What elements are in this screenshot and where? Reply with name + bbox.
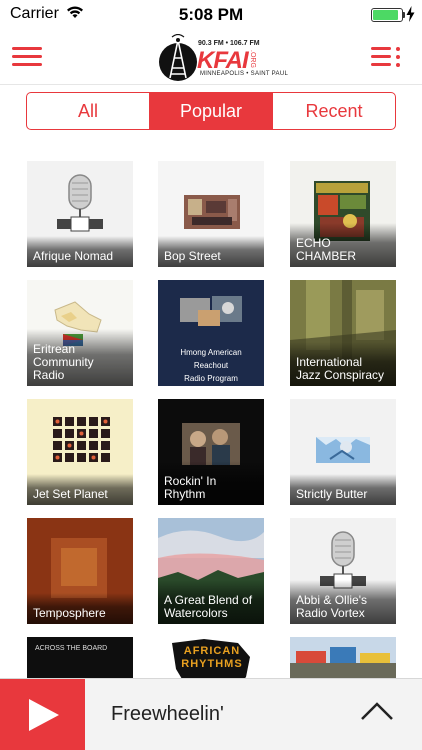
chevron-up-icon[interactable] (360, 701, 394, 721)
across-the-board-artwork-text: ACROSS THE BOARD (35, 645, 108, 652)
show-grid: Afrique Nomad Bop Street ECHO CHAMBER Er… (0, 161, 422, 678)
show-title: Eritrean Community Radio (27, 329, 133, 386)
now-playing-bar: Freewheelin' (0, 678, 422, 750)
show-tile-hmong-american-reachout[interactable]: Hmong American Reachout Radio Program (158, 280, 264, 386)
festival-crowd-artwork (290, 637, 396, 678)
hmong-artwork-text: Hmong American Reachout Radio Program (180, 348, 242, 383)
logo-city: MINNEAPOLIS • SAINT PAUL (200, 71, 289, 77)
tab-recent[interactable]: Recent (272, 93, 395, 129)
tab-all[interactable]: All (27, 93, 149, 129)
show-tile-international-jazz-conspiracy[interactable]: International Jazz Conspiracy (290, 280, 396, 386)
show-title: Abbi & Ollie's Radio Vortex (290, 580, 396, 624)
show-title: Temposphere (27, 593, 133, 624)
show-tile-festival-photo[interactable] (290, 637, 396, 678)
battery-tip (403, 12, 405, 18)
app-header: 90.3 FM • 106.7 FM KFAI .ORG MINNEAPOLIS… (0, 30, 422, 84)
show-tile-jet-set-planet[interactable]: Jet Set Planet (27, 399, 133, 505)
clock: 5:08 PM (178, 5, 244, 24)
kfai-logo: 90.3 FM • 106.7 FM KFAI .ORG MINNEAPOLIS… (158, 32, 288, 84)
show-tile-across-the-board[interactable]: ACROSS THE BOARD (27, 637, 133, 678)
show-tile-afrique-nomad[interactable]: Afrique Nomad (27, 161, 133, 267)
show-title: Rockin' In Rhythm (158, 461, 264, 505)
show-title: International Jazz Conspiracy (290, 342, 396, 386)
logo-tld: .ORG (249, 50, 256, 68)
show-filter-tabs: All Popular Recent (26, 92, 396, 130)
battery-icon (371, 8, 403, 22)
show-title: Afrique Nomad (27, 236, 133, 267)
status-bar: Carrier 5:08 PM (0, 0, 422, 30)
show-tile-african-rhythms[interactable]: AFRICAN RHYTHMS (158, 637, 264, 678)
show-tile-bop-street[interactable]: Bop Street (158, 161, 264, 267)
show-title: A Great Blend of Watercolors (158, 580, 264, 624)
show-tile-abbi-and-ollies-radio-vortex[interactable]: Abbi & Ollie's Radio Vortex (290, 518, 396, 624)
african-rhythms-artwork-text: AFRICAN RHYTHMS (181, 645, 243, 670)
header-divider (0, 84, 422, 85)
battery-level (373, 10, 399, 20)
play-button[interactable] (0, 679, 85, 750)
tab-popular[interactable]: Popular (149, 93, 272, 129)
play-icon (29, 699, 59, 731)
hamburger-menu-icon[interactable] (12, 43, 42, 69)
show-tile-strictly-butter[interactable]: Strictly Butter (290, 399, 396, 505)
show-title: Strictly Butter (290, 474, 396, 505)
show-title: Jet Set Planet (27, 474, 133, 505)
radio-tower-icon (159, 34, 197, 81)
charging-bolt-icon (406, 6, 415, 22)
show-title: ECHO CHAMBER (290, 223, 396, 267)
list-menu-icon[interactable] (371, 43, 401, 69)
now-playing-title: Freewheelin' (111, 703, 224, 725)
show-title: Bop Street (158, 236, 264, 267)
show-tile-eritrean-community-radio[interactable]: Eritrean Community Radio (27, 280, 133, 386)
show-tile-temposphere[interactable]: Temposphere (27, 518, 133, 624)
show-tile-great-blend-of-watercolors[interactable]: A Great Blend of Watercolors (158, 518, 264, 624)
show-tile-rockin-in-rhythm[interactable]: Rockin' In Rhythm (158, 399, 264, 505)
show-tile-echo-chamber[interactable]: ECHO CHAMBER (290, 161, 396, 267)
logo-frequencies: 90.3 FM • 106.7 FM (198, 40, 260, 47)
